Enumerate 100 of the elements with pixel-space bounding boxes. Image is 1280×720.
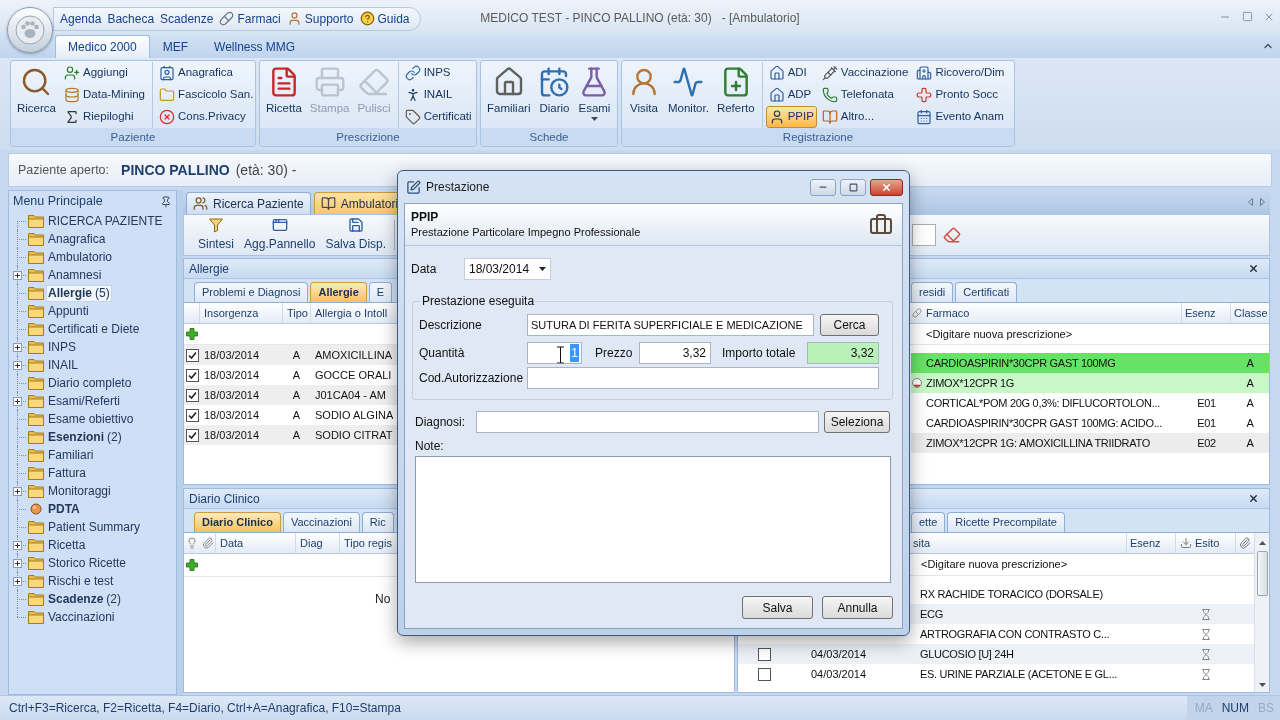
search-button[interactable]: Cerca — [820, 314, 879, 336]
expand-icon[interactable] — [13, 397, 22, 406]
tab[interactable]: E — [368, 282, 393, 302]
ribbon-button[interactable]: Data-Mining — [61, 84, 148, 106]
tab[interactable]: Problemi e Diagnosi — [194, 282, 309, 302]
tree-item[interactable]: Allergie (5) — [46, 284, 112, 302]
tree-item[interactable]: Anagrafica — [46, 230, 108, 248]
expand-icon[interactable] — [13, 577, 22, 586]
tree-item[interactable]: Patient Summary — [46, 518, 143, 536]
tree-item[interactable]: Familiari — [46, 446, 96, 464]
scrollbar-thumb[interactable] — [1256, 551, 1268, 596]
ribbon-button[interactable]: Aggiungi — [61, 62, 148, 84]
quick-access-button[interactable]: Supporto — [286, 9, 354, 28]
expand-icon[interactable] — [13, 541, 22, 550]
vertical-scrollbar[interactable] — [1254, 533, 1269, 692]
ribbon-button[interactable]: Vaccinazione — [818, 62, 912, 84]
input-field[interactable] — [912, 224, 936, 246]
ribbon-button[interactable]: Pronto Socc — [913, 84, 1008, 106]
ribbon-button[interactable]: Fascicolo San. — [156, 84, 257, 106]
ribbon-button[interactable]: ADP — [765, 84, 817, 106]
toolbar-button[interactable]: Sintesi — [193, 216, 240, 254]
tree-item[interactable]: Fattura — [46, 464, 88, 482]
dialog-button[interactable]: Salva — [742, 596, 813, 619]
ribbon-button[interactable]: Riepiloghi — [61, 106, 148, 128]
tree-item[interactable]: Certificati e Diete — [46, 320, 142, 338]
ribbon-button[interactable]: Certificati — [401, 106, 475, 128]
new-prescription-cell[interactable]: <Digitare nuova prescrizione> — [923, 325, 1076, 343]
tab[interactable]: Allergie — [310, 282, 367, 302]
tree-item[interactable]: Appunti — [46, 302, 91, 320]
expand-icon[interactable] — [13, 559, 22, 568]
ribbon-tab[interactable]: MEF — [149, 35, 202, 58]
dialog-button[interactable]: Annulla — [822, 596, 893, 619]
select-button[interactable]: Seleziona — [824, 411, 890, 433]
tree-item[interactable]: Esenzioni (2) — [46, 428, 124, 446]
table-row[interactable]: ZIMOX*12CPR 1G: AMOXICILLINA TRIIDRATO E02 A — [911, 433, 1269, 453]
tab[interactable]: Vaccinazioni — [282, 512, 360, 532]
tree-item[interactable]: Diario completo — [46, 374, 134, 392]
date-dropdown[interactable]: 18/03/2014 — [464, 258, 551, 280]
tree-item[interactable]: INPS — [46, 338, 78, 356]
expand-icon[interactable] — [13, 487, 22, 496]
input-field[interactable]: 3,32 — [639, 342, 711, 364]
checkbox[interactable] — [758, 647, 771, 661]
ribbon-button[interactable]: ADI — [765, 62, 817, 84]
tab[interactable]: Ricerca Paziente — [186, 192, 311, 214]
checkbox[interactable] — [185, 348, 199, 362]
quick-access-button[interactable]: Farmaci — [219, 9, 281, 28]
tab[interactable]: residi — [911, 282, 954, 302]
ribbon-button[interactable]: Diario — [535, 62, 574, 128]
ribbon-button[interactable]: Cons.Privacy — [156, 106, 257, 128]
table-row[interactable]: ZIMOX*12CPR 1G A — [911, 373, 1269, 393]
ribbon-tab[interactable]: Medico 2000 — [55, 35, 150, 58]
input-field[interactable] — [476, 411, 819, 433]
table-row[interactable]: CARDIOASPIRIN*30CPR GAST 100MG A — [911, 353, 1269, 373]
scroll-left-arrow-icon[interactable] — [1248, 198, 1253, 206]
quick-access-button[interactable]: Bacheca — [107, 9, 155, 28]
checkbox[interactable] — [185, 408, 199, 422]
expand-icon[interactable] — [13, 361, 22, 370]
checkbox[interactable] — [758, 667, 771, 681]
tree-item[interactable]: Vaccinazioni — [46, 608, 117, 626]
tree-item[interactable]: Esami/Referti — [46, 392, 123, 410]
tree-item[interactable]: RICERCA PAZIENTE — [46, 212, 165, 230]
scroll-down-arrow-icon[interactable] — [1258, 683, 1266, 687]
toolbar-button[interactable]: Agg.Pannello — [239, 216, 321, 254]
add-row-icon[interactable] — [186, 328, 198, 340]
quick-access-button[interactable]: Scadenze — [160, 9, 214, 28]
tree-item[interactable]: Scadenze (2) — [46, 590, 124, 608]
ribbon-tab[interactable]: Wellness MMG — [201, 35, 309, 58]
ribbon-button[interactable]: Visita — [625, 62, 663, 128]
ribbon-button[interactable]: INAIL — [401, 84, 475, 106]
ribbon-button[interactable]: Ricetta — [263, 62, 305, 128]
ribbon-button[interactable]: PPIP — [765, 106, 817, 128]
ribbon-button[interactable]: INPS — [401, 62, 475, 84]
tab[interactable]: Certificati — [955, 282, 1018, 302]
tab[interactable]: Ricette Precompilate — [947, 512, 1065, 532]
tree-item[interactable]: Storico Ricette — [46, 554, 129, 572]
tree-item[interactable]: Ricetta — [46, 536, 88, 554]
tree-item[interactable]: Esame obiettivo — [46, 410, 136, 428]
ribbon-button[interactable]: Familiari — [484, 62, 534, 128]
maximize-button[interactable] — [840, 178, 866, 196]
ribbon-button[interactable]: Ricerca — [14, 62, 59, 128]
ribbon-button[interactable]: Esami — [575, 62, 614, 128]
tree-item[interactable]: INAIL — [46, 356, 80, 374]
tab[interactable]: Diario Clinico — [194, 512, 281, 532]
close-button[interactable] — [870, 178, 903, 196]
tree-item[interactable]: Monitoraggi — [46, 482, 113, 500]
tree-item[interactable]: Ambulatorio — [46, 248, 115, 266]
input-field[interactable]: SUTURA DI FERITA SUPERFICIALE E MEDICAZIONE — [527, 314, 814, 336]
ribbon-button[interactable]: Ricovero/Dim — [913, 62, 1008, 84]
tab[interactable]: ette — [911, 512, 946, 532]
eraser-icon[interactable] — [943, 226, 961, 244]
quick-access-button[interactable]: Agenda — [60, 9, 102, 28]
tree-item[interactable]: Anamnesi — [46, 266, 104, 284]
quick-access-button[interactable]: Guida — [359, 9, 410, 28]
tree-item[interactable]: PDTA — [46, 500, 82, 518]
ribbon-button[interactable]: Monitor. — [665, 62, 712, 128]
expand-icon[interactable] — [13, 271, 22, 280]
ribbon-button[interactable]: Telefonata — [818, 84, 912, 106]
tree-item[interactable]: Rischi e test — [46, 572, 116, 590]
new-prescription-cell[interactable]: <Digitare nuova prescrizione> — [911, 556, 1068, 573]
scroll-right-arrow-icon[interactable] — [1260, 198, 1265, 206]
